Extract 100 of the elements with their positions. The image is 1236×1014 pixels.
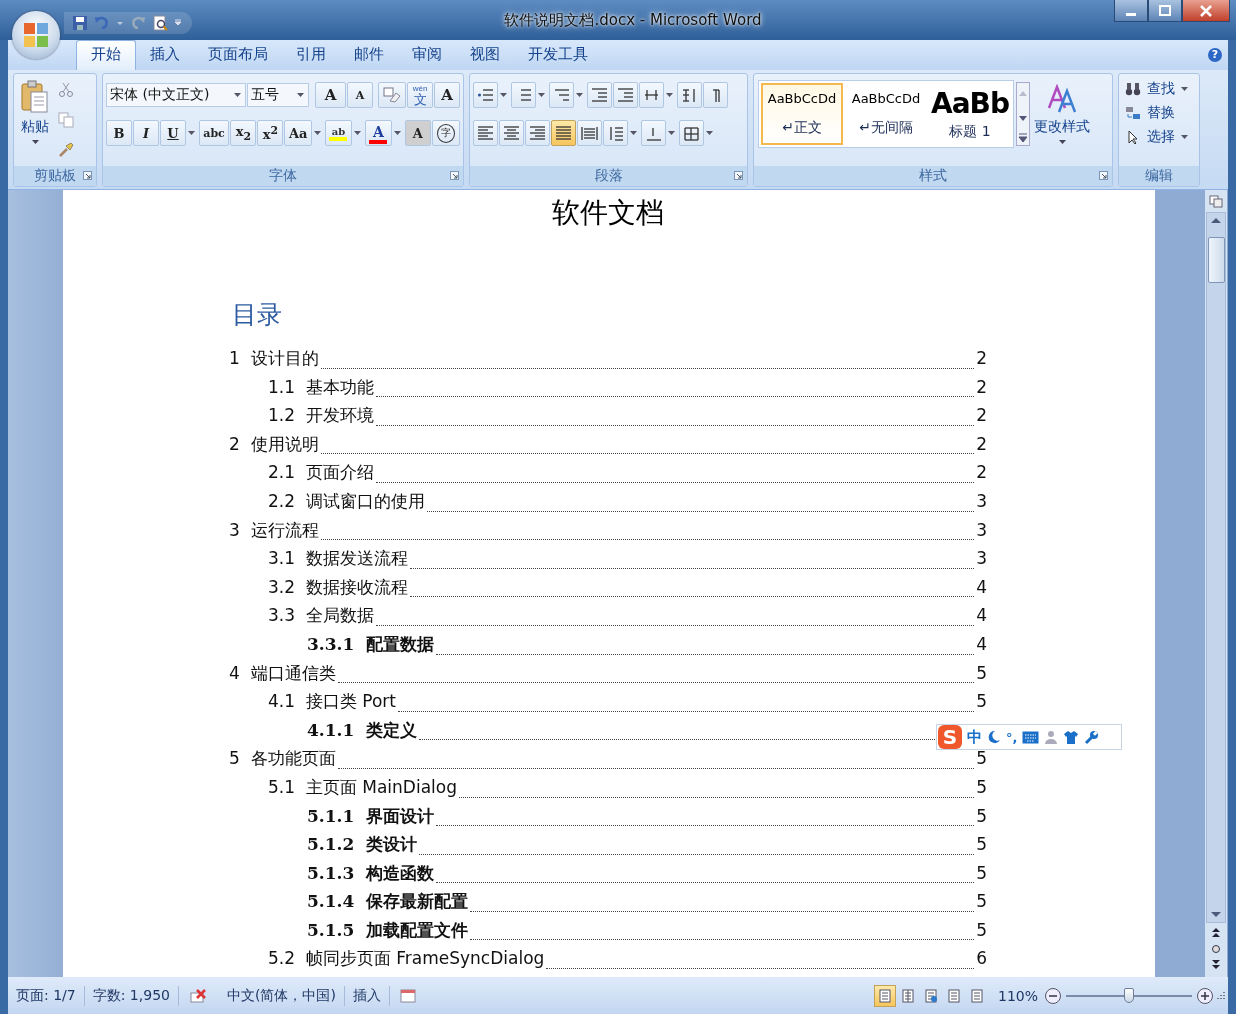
format-button[interactable]: abc <box>198 120 230 146</box>
caret-icon[interactable] <box>668 130 675 136</box>
format-button[interactable]: I <box>133 120 159 146</box>
phonetic-guide-button[interactable]: wén 文 <box>407 82 433 108</box>
language-indicator[interactable]: 中文(简体，中国) <box>218 985 345 1006</box>
caret-icon[interactable] <box>188 130 195 136</box>
format-button[interactable]: x$_{2}$ <box>230 120 257 146</box>
ribbon-tab[interactable]: 插入 <box>136 41 194 70</box>
format-button[interactable]: B <box>106 120 132 146</box>
bullet-list-button[interactable] <box>473 82 498 108</box>
toc-entry[interactable]: 5.1.1 界面设计 <box>307 804 435 828</box>
caret-icon[interactable] <box>354 130 361 136</box>
asian-layout-button[interactable] <box>639 82 664 108</box>
caret-icon[interactable] <box>666 92 673 98</box>
clear-formatting-button[interactable] <box>378 82 406 108</box>
zoom-out-icon[interactable] <box>1044 986 1062 1005</box>
toc-entry[interactable]: 3.3.1 配置数据 <box>307 632 435 656</box>
print-view-button[interactable] <box>873 984 896 1007</box>
toc-entry[interactable]: 3.3 全局数据 <box>268 604 374 628</box>
character-border-button[interactable]: A <box>434 82 460 108</box>
find-button[interactable]: 查找 <box>1125 80 1193 98</box>
word-count[interactable]: 字数: 1,950 <box>84 985 179 1006</box>
align-left-button[interactable] <box>473 120 498 146</box>
shading-button[interactable] <box>641 120 666 146</box>
caret-icon[interactable] <box>630 130 637 136</box>
toc-entry[interactable]: 3.2 数据接收流程 <box>268 575 408 599</box>
caret-icon[interactable] <box>576 92 583 98</box>
person-icon[interactable] <box>1044 730 1059 744</box>
align-right-button[interactable] <box>525 120 550 146</box>
zoom-slider-thumb[interactable] <box>1124 987 1134 1003</box>
toc-entry[interactable]: 4.1.1 类定义 <box>307 718 418 742</box>
toc-entry[interactable]: 1.1 基本功能 <box>268 375 374 399</box>
save-icon[interactable] <box>72 15 88 31</box>
format-button[interactable]: x$^{2}$ <box>257 120 284 146</box>
grow-font-button[interactable]: A <box>315 82 346 108</box>
sort-button[interactable] <box>677 82 702 108</box>
close-button[interactable] <box>1182 0 1230 22</box>
dialog-launcher-icon[interactable] <box>450 171 459 180</box>
toc-entry[interactable]: 5.1.3 构造函数 <box>307 861 435 885</box>
ruler-toggle-icon[interactable] <box>1209 194 1223 208</box>
ribbon-tab[interactable]: 开始 <box>76 40 136 70</box>
borders-button[interactable] <box>679 120 704 146</box>
maximize-button[interactable] <box>1148 0 1182 22</box>
toc-entry[interactable]: 2.2 调试窗口的使用 <box>268 489 425 513</box>
page-count[interactable]: 页面: 1/7 <box>8 985 85 1006</box>
paste-button[interactable]: 粘贴 <box>18 78 52 162</box>
font-name-field[interactable]: 宋体 (中文正文) <box>106 83 246 107</box>
multilevel-list-button[interactable] <box>549 82 574 108</box>
zoom-level[interactable]: 110% <box>997 987 1038 1004</box>
ribbon-tab[interactable]: 开发工具 <box>514 41 602 70</box>
toc-entry[interactable]: 5.1 主页面 MainDialog <box>268 775 457 799</box>
previous-page-icon[interactable] <box>1210 927 1222 939</box>
shirt-icon[interactable] <box>1063 730 1080 744</box>
zoom-in-icon[interactable] <box>1196 986 1214 1005</box>
change-styles-button[interactable]: 更改样式 <box>1032 80 1092 149</box>
ribbon-tab[interactable]: 审阅 <box>398 41 456 70</box>
style-gallery-item[interactable]: AaBbCcDd ↵无间隔 <box>845 83 927 145</box>
caret-icon[interactable] <box>706 130 713 136</box>
zoom-slider[interactable] <box>1066 986 1192 1005</box>
resize-grip-icon[interactable] <box>1214 989 1226 1002</box>
cut-icon[interactable] <box>58 82 74 98</box>
macro-record-icon[interactable] <box>399 988 416 1003</box>
select-button[interactable]: 选择 <box>1125 128 1193 146</box>
minimize-button[interactable] <box>1114 0 1148 22</box>
help-button[interactable]: ? <box>1208 48 1222 62</box>
format-button[interactable]: A <box>364 120 393 146</box>
insert-mode[interactable]: 插入 <box>344 985 390 1006</box>
style-gallery-item[interactable]: AaBbCcDd ↵正文 <box>761 83 843 145</box>
style-gallery-item[interactable]: AaBb 标题 1 <box>929 83 1011 145</box>
toc-entry[interactable]: 5.1.4 保存最新配置 <box>307 890 469 914</box>
toc-entry[interactable]: 2.1 页面介绍 <box>268 461 374 485</box>
toc-entry[interactable]: 5.2 帧同步页面 FrameSyncDialog <box>268 947 545 971</box>
toc-entry[interactable]: 5 各功能页面 <box>229 747 336 771</box>
justify-button[interactable] <box>551 120 576 146</box>
keyboard-icon[interactable] <box>1022 730 1040 744</box>
toc-entry[interactable]: 1 设计目的 <box>229 347 319 370</box>
line-spacing-button[interactable] <box>603 120 628 146</box>
ribbon-tab[interactable]: 邮件 <box>340 41 398 70</box>
dialog-launcher-icon[interactable] <box>83 171 92 180</box>
caret-icon[interactable] <box>314 130 321 136</box>
ribbon-tab[interactable]: 视图 <box>456 41 514 70</box>
caret-icon[interactable] <box>538 92 545 98</box>
toc-entry[interactable]: 5.1.2 类设计 <box>307 833 418 857</box>
caret-icon[interactable] <box>394 130 401 136</box>
next-page-icon[interactable] <box>1210 959 1222 971</box>
browse-object-icon[interactable] <box>1210 943 1222 955</box>
dialog-launcher-icon[interactable] <box>1099 171 1108 180</box>
increase-indent-button[interactable] <box>613 82 638 108</box>
ime-mode-button[interactable]: 中 <box>967 727 982 747</box>
format-button[interactable]: Aa <box>284 120 313 146</box>
font-size-field[interactable]: 五号 <box>247 83 309 107</box>
format-button[interactable]: 字 <box>431 120 460 146</box>
replace-button[interactable]: 替换 <box>1125 104 1193 122</box>
format-button[interactable]: A <box>404 120 431 146</box>
customize-toolbar-icon[interactable] <box>174 19 182 27</box>
shrink-font-button[interactable]: A <box>347 82 373 108</box>
toc-entry[interactable]: 2 使用说明 <box>229 432 319 456</box>
numbered-list-button[interactable] <box>511 82 536 108</box>
proofing-icon[interactable] <box>188 987 209 1004</box>
decrease-indent-button[interactable] <box>587 82 612 108</box>
